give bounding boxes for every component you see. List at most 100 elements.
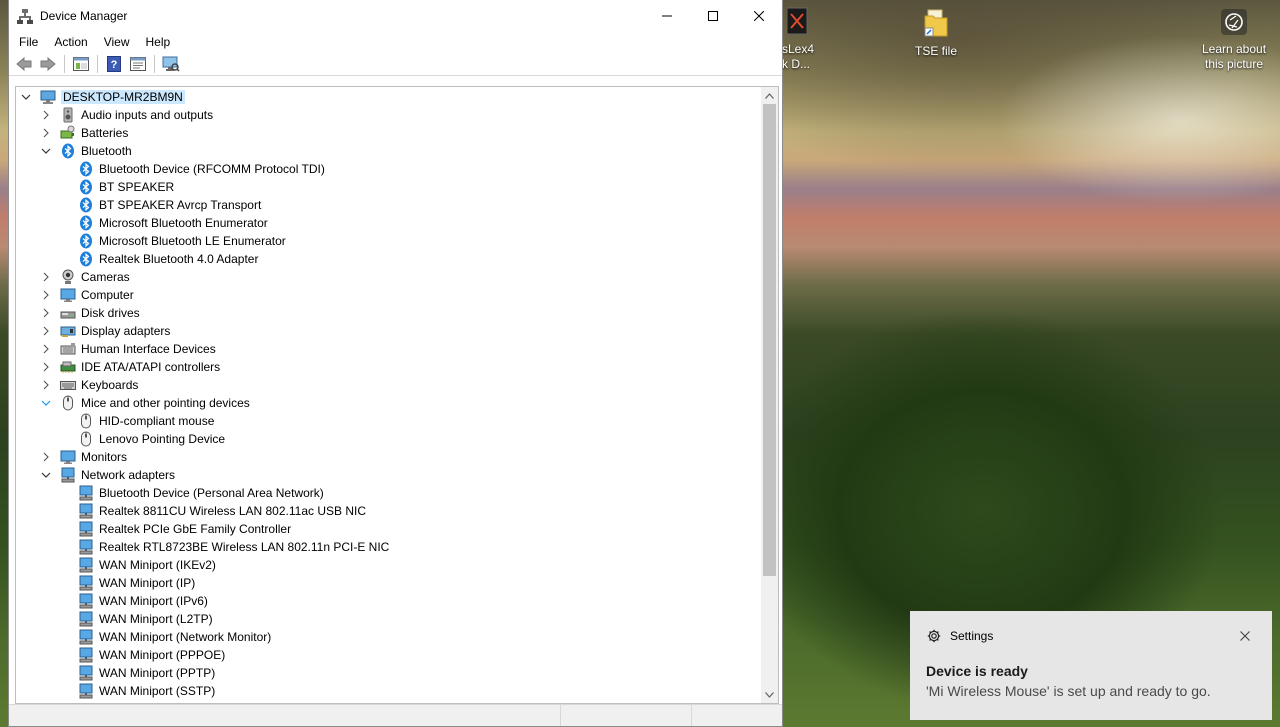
tree-device-node[interactable]: WAN Miniport (Network Monitor) — [78, 628, 271, 646]
tree-category-node[interactable]: Disk drives — [40, 304, 140, 322]
tree-category-node[interactable]: Batteries — [40, 124, 128, 142]
tree-device-node[interactable]: BT SPEAKER — [78, 178, 174, 196]
back-button[interactable] — [13, 53, 35, 75]
tree-device-node[interactable]: Realtek Bluetooth 4.0 Adapter — [78, 250, 258, 268]
title-bar[interactable]: Device Manager — [9, 0, 782, 32]
tree-device-node[interactable]: BT SPEAKER Avrcp Transport — [78, 196, 261, 214]
vertical-scrollbar[interactable] — [761, 87, 778, 703]
menu-view[interactable]: View — [96, 32, 138, 52]
tree-device-node[interactable]: Bluetooth Device (RFCOMM Protocol TDI) — [78, 160, 325, 178]
tree-node-label: Realtek Bluetooth 4.0 Adapter — [99, 252, 259, 266]
tree-device-node[interactable]: HID-compliant mouse — [78, 412, 214, 430]
forward-arrow-icon — [40, 56, 56, 71]
forward-button[interactable] — [37, 53, 59, 75]
tree-category-node[interactable]: IDE ATA/ATAPI controllers — [40, 358, 220, 376]
show-hide-console-tree-button[interactable] — [70, 53, 92, 75]
network-adapter-icon — [78, 521, 94, 537]
tree-root-node[interactable]: DESKTOP-MR2BM9N — [20, 88, 185, 106]
tree-node-label: Realtek RTL8723BE Wireless LAN 802.11n P… — [99, 540, 390, 554]
chevron-right-icon[interactable] — [40, 451, 52, 463]
chevron-right-icon[interactable] — [40, 343, 52, 355]
tree-node-label: Lenovo Pointing Device — [99, 432, 226, 446]
tree-category-node[interactable]: Bluetooth — [40, 142, 132, 160]
tree-category-node[interactable]: Keyboards — [40, 376, 138, 394]
tree-node-label: BT SPEAKER — [99, 180, 175, 194]
chevron-down-icon[interactable] — [40, 469, 52, 481]
toast-body: 'Mi Wireless Mouse' is set up and ready … — [926, 683, 1211, 699]
help-button[interactable]: ? — [103, 53, 125, 75]
tree-device-node[interactable]: WAN Miniport (IP) — [78, 574, 195, 592]
tree-device-node[interactable]: WAN Miniport (L2TP) — [78, 610, 213, 628]
chevron-right-icon[interactable] — [40, 271, 52, 283]
tree-device-node[interactable]: Lenovo Pointing Device — [78, 430, 225, 448]
chevron-right-icon[interactable] — [40, 361, 52, 373]
maximize-button[interactable] — [690, 0, 736, 32]
tree-category-node[interactable]: Display adapters — [40, 322, 170, 340]
tree-node-label: Monitors — [81, 450, 128, 464]
tree-device-node[interactable]: Microsoft Bluetooth Enumerator — [78, 214, 268, 232]
back-arrow-icon — [16, 56, 32, 71]
tree-node-label: Keyboards — [81, 378, 139, 392]
chevron-down-icon[interactable] — [20, 91, 32, 103]
chevron-right-icon[interactable] — [40, 289, 52, 301]
chevron-right-icon[interactable] — [40, 127, 52, 139]
tree-device-node[interactable]: WAN Miniport (IPv6) — [78, 592, 208, 610]
menu-action[interactable]: Action — [46, 32, 95, 52]
chevron-down-icon[interactable] — [40, 397, 52, 409]
chevron-right-icon[interactable] — [40, 307, 52, 319]
minimize-button[interactable] — [644, 0, 690, 32]
scan-hardware-changes-button[interactable] — [160, 53, 182, 75]
menu-file[interactable]: File — [11, 32, 46, 52]
tree-category-node[interactable]: Monitors — [40, 448, 127, 466]
app-shortcut-icon — [782, 6, 814, 40]
tree-node-label: Audio inputs and outputs — [81, 108, 214, 122]
tree-device-node[interactable]: Realtek RTL8723BE Wireless LAN 802.11n P… — [78, 538, 389, 556]
menu-help[interactable]: Help — [138, 32, 179, 52]
tree-node-label: WAN Miniport (IKEv2) — [99, 558, 216, 572]
desktop-shortcut[interactable]: sLex4 k D... — [782, 6, 814, 72]
bluetooth-icon — [78, 251, 94, 267]
tree-node-label: WAN Miniport (SSTP) — [99, 684, 216, 698]
tree-device-node[interactable]: WAN Miniport (PPTP) — [78, 664, 215, 682]
tree-device-node[interactable]: Realtek 8811CU Wireless LAN 802.11ac USB… — [78, 502, 366, 520]
scroll-up-button[interactable] — [761, 87, 778, 104]
tree-device-node[interactable]: Bluetooth Device (Personal Area Network) — [78, 484, 324, 502]
desktop-folder-tse-file[interactable]: TSE file — [906, 8, 966, 59]
network-adapter-icon — [78, 575, 94, 591]
chevron-down-icon[interactable] — [40, 145, 52, 157]
tree-category-node[interactable]: Human Interface Devices — [40, 340, 216, 358]
tree-node-label: Batteries — [81, 126, 129, 140]
tree-device-node[interactable]: WAN Miniport (PPPOE) — [78, 646, 225, 664]
gear-icon — [927, 629, 941, 643]
toast-close-button[interactable] — [1238, 629, 1252, 643]
network-adapter-icon — [78, 683, 94, 699]
notification-toast[interactable]: Settings Device is ready 'Mi Wireless Mo… — [910, 611, 1272, 720]
bluetooth-icon — [78, 233, 94, 249]
chevron-right-icon[interactable] — [40, 109, 52, 121]
tree-device-node[interactable]: Microsoft Bluetooth LE Enumerator — [78, 232, 286, 250]
tree-category-node[interactable]: Mice and other pointing devices — [40, 394, 250, 412]
tree-device-node[interactable]: Realtek PCIe GbE Family Controller — [78, 520, 291, 538]
properties-button[interactable] — [127, 53, 149, 75]
tree-node-label: WAN Miniport (IPv6) — [99, 594, 208, 608]
close-button[interactable] — [736, 0, 782, 32]
tree-category-node[interactable]: Computer — [40, 286, 134, 304]
chevron-right-icon[interactable] — [40, 325, 52, 337]
tree-device-node[interactable]: WAN Miniport (IKEv2) — [78, 556, 216, 574]
tree-node-label: WAN Miniport (PPPOE) — [99, 648, 226, 662]
desktop-icon-label: sLex4 k D... — [782, 42, 815, 71]
tree-node-label: Microsoft Bluetooth Enumerator — [99, 216, 268, 230]
scroll-down-button[interactable] — [761, 686, 778, 703]
tree-category-node[interactable]: Audio inputs and outputs — [40, 106, 213, 124]
desktop-learn-about-picture[interactable]: Learn about this picture — [1196, 8, 1272, 72]
tree-category-node[interactable]: Network adapters — [40, 466, 175, 484]
scrollbar-thumb[interactable] — [763, 104, 776, 576]
chevron-right-icon[interactable] — [40, 379, 52, 391]
network-adapter-icon — [78, 593, 94, 609]
tree-category-node[interactable]: Cameras — [40, 268, 130, 286]
bluetooth-icon — [78, 197, 94, 213]
tree-node-label: Mice and other pointing devices — [81, 396, 250, 410]
tree-device-node[interactable]: WAN Miniport (SSTP) — [78, 682, 215, 700]
tree-node-label: Display adapters — [81, 324, 171, 338]
speaker-icon — [60, 107, 76, 123]
